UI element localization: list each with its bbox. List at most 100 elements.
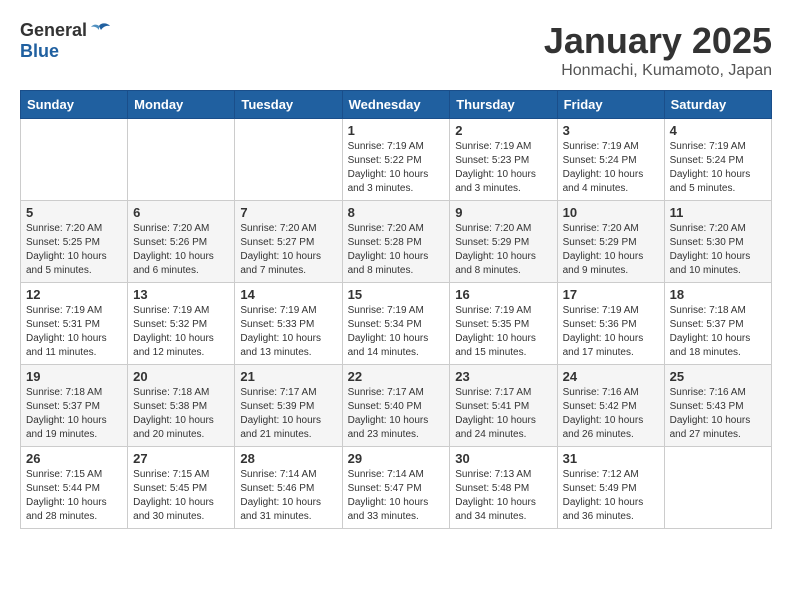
- table-row: 22Sunrise: 7:17 AMSunset: 5:40 PMDayligh…: [342, 365, 450, 447]
- day-info: Sunrise: 7:19 AMSunset: 5:31 PMDaylight:…: [26, 304, 122, 360]
- table-row: 12 Sunrise: 7:19 AMSunset: 5:31 PMDayligh…: [21, 283, 128, 365]
- table-row: 6 Sunrise: 7:20 AMSunset: 5:26 PMDaylight…: [128, 201, 235, 283]
- table-row: 19Sunrise: 7:18 AMSunset: 5:37 PMDayligh…: [21, 365, 128, 447]
- day-info: Sunrise: 7:19 AMSunset: 5:24 PMDaylight:…: [563, 140, 659, 196]
- day-number: 14: [240, 287, 336, 302]
- day-number: 20: [133, 369, 229, 384]
- table-row: 23Sunrise: 7:17 AMSunset: 5:41 PMDayligh…: [450, 365, 557, 447]
- day-info: Sunrise: 7:19 AMSunset: 5:36 PMDaylight:…: [563, 304, 659, 360]
- day-number: 8: [348, 205, 445, 220]
- day-info: Sunrise: 7:20 AMSunset: 5:27 PMDaylight:…: [240, 222, 336, 278]
- day-number: 11: [670, 205, 766, 220]
- day-info: Sunrise: 7:19 AMSunset: 5:33 PMDaylight:…: [240, 304, 336, 360]
- day-number: 12: [26, 287, 122, 302]
- day-info: Sunrise: 7:14 AMSunset: 5:46 PMDaylight:…: [240, 468, 336, 524]
- table-row: 21 Sunrise: 7:17 AMSunset: 5:39 PMDayligh…: [235, 365, 342, 447]
- table-row: 20 Sunrise: 7:18 AMSunset: 5:38 PMDayligh…: [128, 365, 235, 447]
- day-info: Sunrise: 7:20 AMSunset: 5:26 PMDaylight:…: [133, 222, 229, 278]
- day-info: Sunrise: 7:17 AMSunset: 5:41 PMDaylight:…: [455, 386, 551, 442]
- day-number: 19: [26, 369, 122, 384]
- day-info: Sunrise: 7:15 AMSunset: 5:44 PMDaylight:…: [26, 468, 122, 524]
- day-info: Sunrise: 7:20 AMSunset: 5:29 PMDaylight:…: [563, 222, 659, 278]
- day-number: 7: [240, 205, 336, 220]
- title-area: January 2025 Honmachi, Kumamoto, Japan: [544, 20, 772, 80]
- day-info: Sunrise: 7:18 AMSunset: 5:38 PMDaylight:…: [133, 386, 229, 442]
- calendar-week-row: 1 Sunrise: 7:19 AMSunset: 5:22 PMDaylight…: [21, 119, 772, 201]
- table-row: 28 Sunrise: 7:14 AMSunset: 5:46 PMDayligh…: [235, 447, 342, 529]
- day-number: 2: [455, 123, 551, 138]
- table-row: 17Sunrise: 7:19 AMSunset: 5:36 PMDayligh…: [557, 283, 664, 365]
- table-row: 15 Sunrise: 7:19 AMSunset: 5:34 PMDayligh…: [342, 283, 450, 365]
- day-number: 22: [348, 369, 445, 384]
- day-number: 10: [563, 205, 659, 220]
- logo-blue-text: Blue: [20, 41, 59, 61]
- day-number: 4: [670, 123, 766, 138]
- calendar-week-row: 19Sunrise: 7:18 AMSunset: 5:37 PMDayligh…: [21, 365, 772, 447]
- table-row: 10 Sunrise: 7:20 AMSunset: 5:29 PMDayligh…: [557, 201, 664, 283]
- table-row: 5 Sunrise: 7:20 AMSunset: 5:25 PMDaylight…: [21, 201, 128, 283]
- table-row: 24 Sunrise: 7:16 AMSunset: 5:42 PMDayligh…: [557, 365, 664, 447]
- table-row: 14 Sunrise: 7:19 AMSunset: 5:33 PMDayligh…: [235, 283, 342, 365]
- day-number: 29: [348, 451, 445, 466]
- day-info: Sunrise: 7:12 AMSunset: 5:49 PMDaylight:…: [563, 468, 659, 524]
- month-title: January 2025: [544, 20, 772, 62]
- day-number: 28: [240, 451, 336, 466]
- table-row: 31 Sunrise: 7:12 AMSunset: 5:49 PMDayligh…: [557, 447, 664, 529]
- table-row: [128, 119, 235, 201]
- day-number: 16: [455, 287, 551, 302]
- day-number: 24: [563, 369, 659, 384]
- header-sunday: Sunday: [21, 91, 128, 119]
- table-row: 30 Sunrise: 7:13 AMSunset: 5:48 PMDayligh…: [450, 447, 557, 529]
- day-info: Sunrise: 7:20 AMSunset: 5:30 PMDaylight:…: [670, 222, 766, 278]
- day-number: 18: [670, 287, 766, 302]
- table-row: 2 Sunrise: 7:19 AMSunset: 5:23 PMDaylight…: [450, 119, 557, 201]
- day-info: Sunrise: 7:17 AMSunset: 5:39 PMDaylight:…: [240, 386, 336, 442]
- day-info: Sunrise: 7:19 AMSunset: 5:23 PMDaylight:…: [455, 140, 551, 196]
- day-info: Sunrise: 7:19 AMSunset: 5:34 PMDaylight:…: [348, 304, 445, 360]
- calendar-table: Sunday Monday Tuesday Wednesday Thursday…: [20, 90, 772, 529]
- header: General Blue January 2025 Honmachi, Kuma…: [20, 20, 772, 80]
- day-number: 21: [240, 369, 336, 384]
- day-info: Sunrise: 7:15 AMSunset: 5:45 PMDaylight:…: [133, 468, 229, 524]
- day-number: 6: [133, 205, 229, 220]
- day-info: Sunrise: 7:20 AMSunset: 5:28 PMDaylight:…: [348, 222, 445, 278]
- day-info: Sunrise: 7:20 AMSunset: 5:29 PMDaylight:…: [455, 222, 551, 278]
- logo-general-text: General: [20, 20, 87, 41]
- day-info: Sunrise: 7:19 AMSunset: 5:24 PMDaylight:…: [670, 140, 766, 196]
- day-number: 31: [563, 451, 659, 466]
- table-row: 26 Sunrise: 7:15 AMSunset: 5:44 PMDayligh…: [21, 447, 128, 529]
- table-row: 18Sunrise: 7:18 AMSunset: 5:37 PMDayligh…: [664, 283, 771, 365]
- header-friday: Friday: [557, 91, 664, 119]
- day-number: 15: [348, 287, 445, 302]
- calendar-week-row: 5 Sunrise: 7:20 AMSunset: 5:25 PMDaylight…: [21, 201, 772, 283]
- table-row: 27Sunrise: 7:15 AMSunset: 5:45 PMDayligh…: [128, 447, 235, 529]
- day-info: Sunrise: 7:19 AMSunset: 5:35 PMDaylight:…: [455, 304, 551, 360]
- table-row: 1 Sunrise: 7:19 AMSunset: 5:22 PMDaylight…: [342, 119, 450, 201]
- calendar-week-row: 12 Sunrise: 7:19 AMSunset: 5:31 PMDayligh…: [21, 283, 772, 365]
- day-info: Sunrise: 7:14 AMSunset: 5:47 PMDaylight:…: [348, 468, 445, 524]
- day-number: 26: [26, 451, 122, 466]
- table-row: 9 Sunrise: 7:20 AMSunset: 5:29 PMDaylight…: [450, 201, 557, 283]
- location-title: Honmachi, Kumamoto, Japan: [544, 62, 772, 80]
- day-number: 1: [348, 123, 445, 138]
- table-row: 7 Sunrise: 7:20 AMSunset: 5:27 PMDaylight…: [235, 201, 342, 283]
- header-thursday: Thursday: [450, 91, 557, 119]
- calendar-header-row: Sunday Monday Tuesday Wednesday Thursday…: [21, 91, 772, 119]
- day-number: 5: [26, 205, 122, 220]
- table-row: 4 Sunrise: 7:19 AMSunset: 5:24 PMDaylight…: [664, 119, 771, 201]
- day-info: Sunrise: 7:20 AMSunset: 5:25 PMDaylight:…: [26, 222, 122, 278]
- logo-bird-icon: [88, 22, 110, 40]
- header-wednesday: Wednesday: [342, 91, 450, 119]
- header-monday: Monday: [128, 91, 235, 119]
- day-info: Sunrise: 7:16 AMSunset: 5:42 PMDaylight:…: [563, 386, 659, 442]
- day-info: Sunrise: 7:19 AMSunset: 5:22 PMDaylight:…: [348, 140, 445, 196]
- table-row: 29 Sunrise: 7:14 AMSunset: 5:47 PMDayligh…: [342, 447, 450, 529]
- table-row: [21, 119, 128, 201]
- day-number: 9: [455, 205, 551, 220]
- day-number: 25: [670, 369, 766, 384]
- day-number: 30: [455, 451, 551, 466]
- table-row: [235, 119, 342, 201]
- calendar-week-row: 26 Sunrise: 7:15 AMSunset: 5:44 PMDayligh…: [21, 447, 772, 529]
- day-info: Sunrise: 7:13 AMSunset: 5:48 PMDaylight:…: [455, 468, 551, 524]
- table-row: 11 Sunrise: 7:20 AMSunset: 5:30 PMDayligh…: [664, 201, 771, 283]
